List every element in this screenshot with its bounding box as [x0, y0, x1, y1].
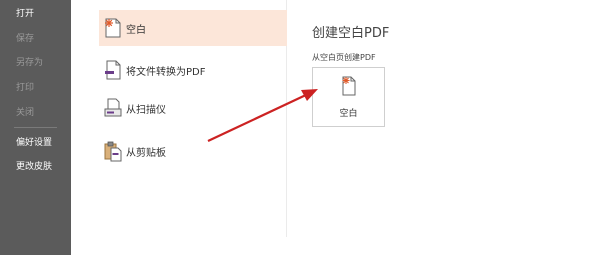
- option-convert-file[interactable]: 将文件转换为PDF: [99, 52, 287, 88]
- menu-save: 保存: [16, 34, 35, 44]
- file-convert-icon: [102, 57, 124, 83]
- menu-preferences[interactable]: 偏好设置: [16, 137, 52, 149]
- option-blank[interactable]: 空白: [99, 10, 287, 46]
- option-convert-file-label: 将文件转换为PDF: [126, 66, 206, 78]
- sidebar-divider: [14, 127, 57, 128]
- option-blank-label: 空白: [126, 24, 146, 36]
- annotation-arrow: [207, 89, 318, 142]
- option-from-scanner[interactable]: 从扫描仪: [99, 90, 287, 126]
- create-blank-subtitle: 从空白页创建PDF: [312, 53, 376, 62]
- option-from-scanner-label: 从扫描仪: [126, 104, 166, 116]
- option-from-clipboard[interactable]: 从剪贴板: [99, 133, 287, 169]
- sidebar: 打开 保存 另存为 打印 关闭 偏好设置 更改皮肤: [0, 0, 71, 255]
- create-options-panel: 空白 将文件转换为PDF 从扫描仪 从剪贴板: [93, 0, 287, 237]
- clipboard-icon: [102, 138, 124, 164]
- blank-page-button[interactable]: 空白: [312, 67, 385, 127]
- create-blank-title: 创建空白PDF: [312, 26, 390, 41]
- menu-save-as: 另存为: [16, 58, 44, 68]
- menu-change-skin[interactable]: 更改皮肤: [16, 161, 52, 173]
- option-from-clipboard-label: 从剪贴板: [126, 147, 166, 159]
- menu-close: 关闭: [16, 108, 35, 118]
- menu-open[interactable]: 打开: [16, 8, 34, 20]
- blank-page-icon: [102, 15, 124, 41]
- menu-print: 打印: [16, 83, 35, 93]
- blank-page-button-label: 空白: [339, 109, 358, 119]
- scanner-icon: [102, 95, 124, 121]
- blank-page-icon: [341, 76, 357, 100]
